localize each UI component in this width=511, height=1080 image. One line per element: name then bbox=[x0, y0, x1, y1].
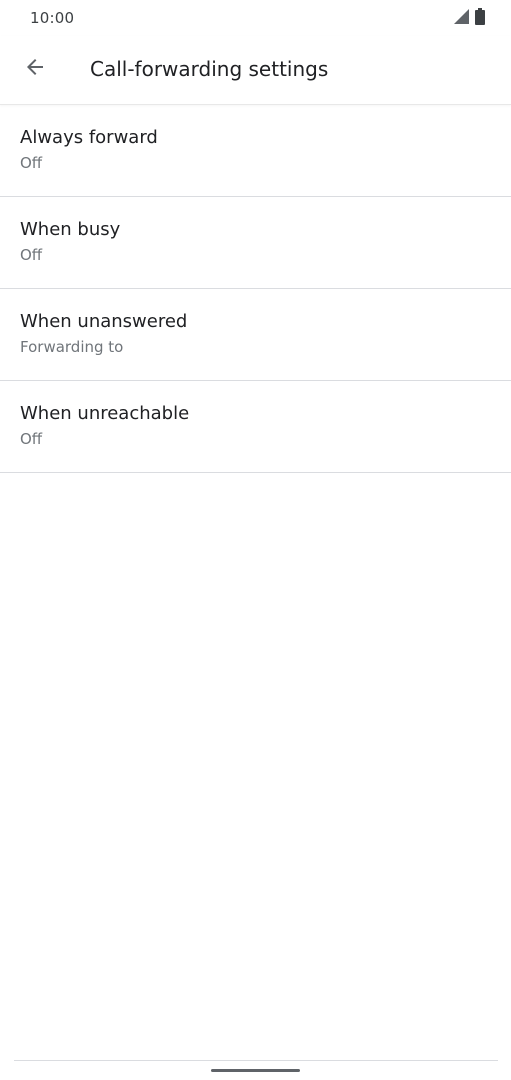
setting-when-busy[interactable]: When busy Off bbox=[0, 197, 511, 289]
page-title: Call-forwarding settings bbox=[90, 57, 329, 81]
settings-list: Always forward Off When busy Off When un… bbox=[0, 105, 511, 473]
arrow-back-icon bbox=[23, 55, 47, 83]
setting-summary: Forwarding to bbox=[20, 338, 124, 356]
setting-summary: Off bbox=[20, 154, 43, 172]
status-icons bbox=[454, 7, 485, 29]
status-time: 10:00 bbox=[30, 9, 75, 27]
signal-icon bbox=[454, 8, 469, 28]
setting-title: When busy bbox=[20, 219, 121, 240]
status-bar: 10:00 bbox=[0, 0, 511, 36]
navigation-divider bbox=[14, 1060, 498, 1061]
setting-title: Always forward bbox=[20, 127, 158, 148]
setting-always-forward[interactable]: Always forward Off bbox=[0, 105, 511, 197]
setting-title: When unanswered bbox=[20, 311, 188, 332]
setting-summary: Off bbox=[20, 430, 43, 448]
home-gesture-handle[interactable] bbox=[211, 1069, 300, 1072]
setting-title: When unreachable bbox=[20, 403, 190, 424]
battery-icon bbox=[475, 7, 485, 29]
app-bar: Call-forwarding settings bbox=[0, 36, 511, 105]
setting-when-unreachable[interactable]: When unreachable Off bbox=[0, 381, 511, 473]
setting-when-unanswered[interactable]: When unanswered Forwarding to bbox=[0, 289, 511, 381]
back-button[interactable] bbox=[14, 48, 56, 90]
setting-summary: Off bbox=[20, 246, 43, 264]
